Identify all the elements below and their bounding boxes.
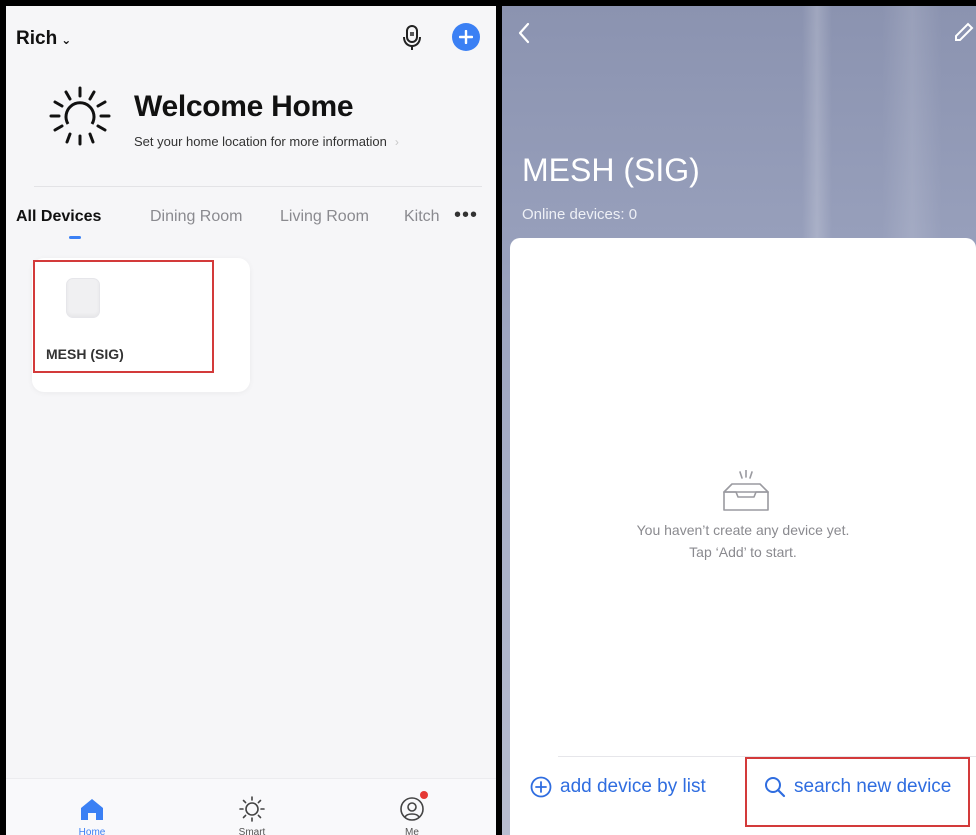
welcome-subtitle: Set your home location for more informat… — [134, 134, 387, 149]
room-title: MESH (SIG) — [522, 152, 700, 188]
top-bar: Rich ⌄ — [6, 6, 496, 62]
profile-icon — [400, 797, 424, 821]
tabbar-home[interactable]: Home — [52, 779, 132, 835]
room-tabs: All Devices Dining Room Living Room Kitc… — [6, 202, 496, 242]
plus-circle-icon — [530, 776, 552, 798]
highlight-box-device — [33, 260, 214, 373]
home-icon — [81, 799, 103, 820]
tabbar-home-label: Home — [78, 827, 106, 835]
add-device-by-list-label: add device by list — [560, 776, 706, 797]
notification-dot — [420, 791, 428, 799]
home-screen: Rich ⌄ Welcome Home Set your home locati… — [6, 6, 496, 835]
divider — [34, 186, 482, 187]
active-tab-indicator — [69, 236, 81, 239]
chevron-right-icon: › — [394, 134, 399, 149]
empty-box-icon — [723, 470, 769, 511]
room-detail-screen: MESH (SIG) Online devices: 0 You haven’t… — [502, 6, 976, 835]
edit-icon[interactable] — [952, 20, 976, 44]
tabbar-smart-label: Smart — [238, 827, 266, 835]
tab-all-devices[interactable]: All Devices — [16, 208, 101, 226]
home-selector[interactable]: Rich ⌄ — [16, 28, 71, 50]
home-name: Rich — [16, 28, 58, 49]
chevron-down-icon: ⌄ — [61, 33, 72, 47]
welcome-banner[interactable]: Welcome Home Set your home location for … — [6, 78, 496, 168]
sun-icon — [49, 86, 111, 146]
tab-kitchen[interactable]: Kitch — [404, 208, 450, 226]
empty-message: You haven’t create any device yet. — [636, 522, 850, 538]
back-arrow-icon[interactable] — [514, 20, 534, 46]
welcome-title: Welcome Home — [134, 90, 354, 123]
tab-living-room[interactable]: Living Room — [280, 208, 369, 226]
highlight-box-search — [745, 757, 970, 827]
microphone-icon[interactable] — [400, 24, 424, 52]
bottom-tab-bar: Home Smart Me — [6, 778, 496, 835]
sun-icon — [239, 796, 265, 822]
tabbar-me-label: Me — [405, 827, 419, 835]
location-prompt[interactable]: Set your home location for more informat… — [134, 134, 399, 149]
online-devices-count: Online devices: 0 — [522, 206, 638, 223]
device-list-sheet: You haven’t create any device yet. Tap ‘… — [510, 238, 976, 835]
add-device-by-list-button[interactable]: add device by list — [530, 776, 706, 798]
tab-dining-room[interactable]: Dining Room — [150, 208, 242, 226]
tabbar-me[interactable]: Me — [372, 779, 452, 835]
empty-hint: Tap ‘Add’ to start. — [689, 544, 797, 560]
add-device-icon[interactable] — [452, 23, 480, 51]
tabbar-smart[interactable]: Smart — [212, 779, 292, 835]
more-tabs-icon[interactable]: ••• — [454, 204, 478, 227]
